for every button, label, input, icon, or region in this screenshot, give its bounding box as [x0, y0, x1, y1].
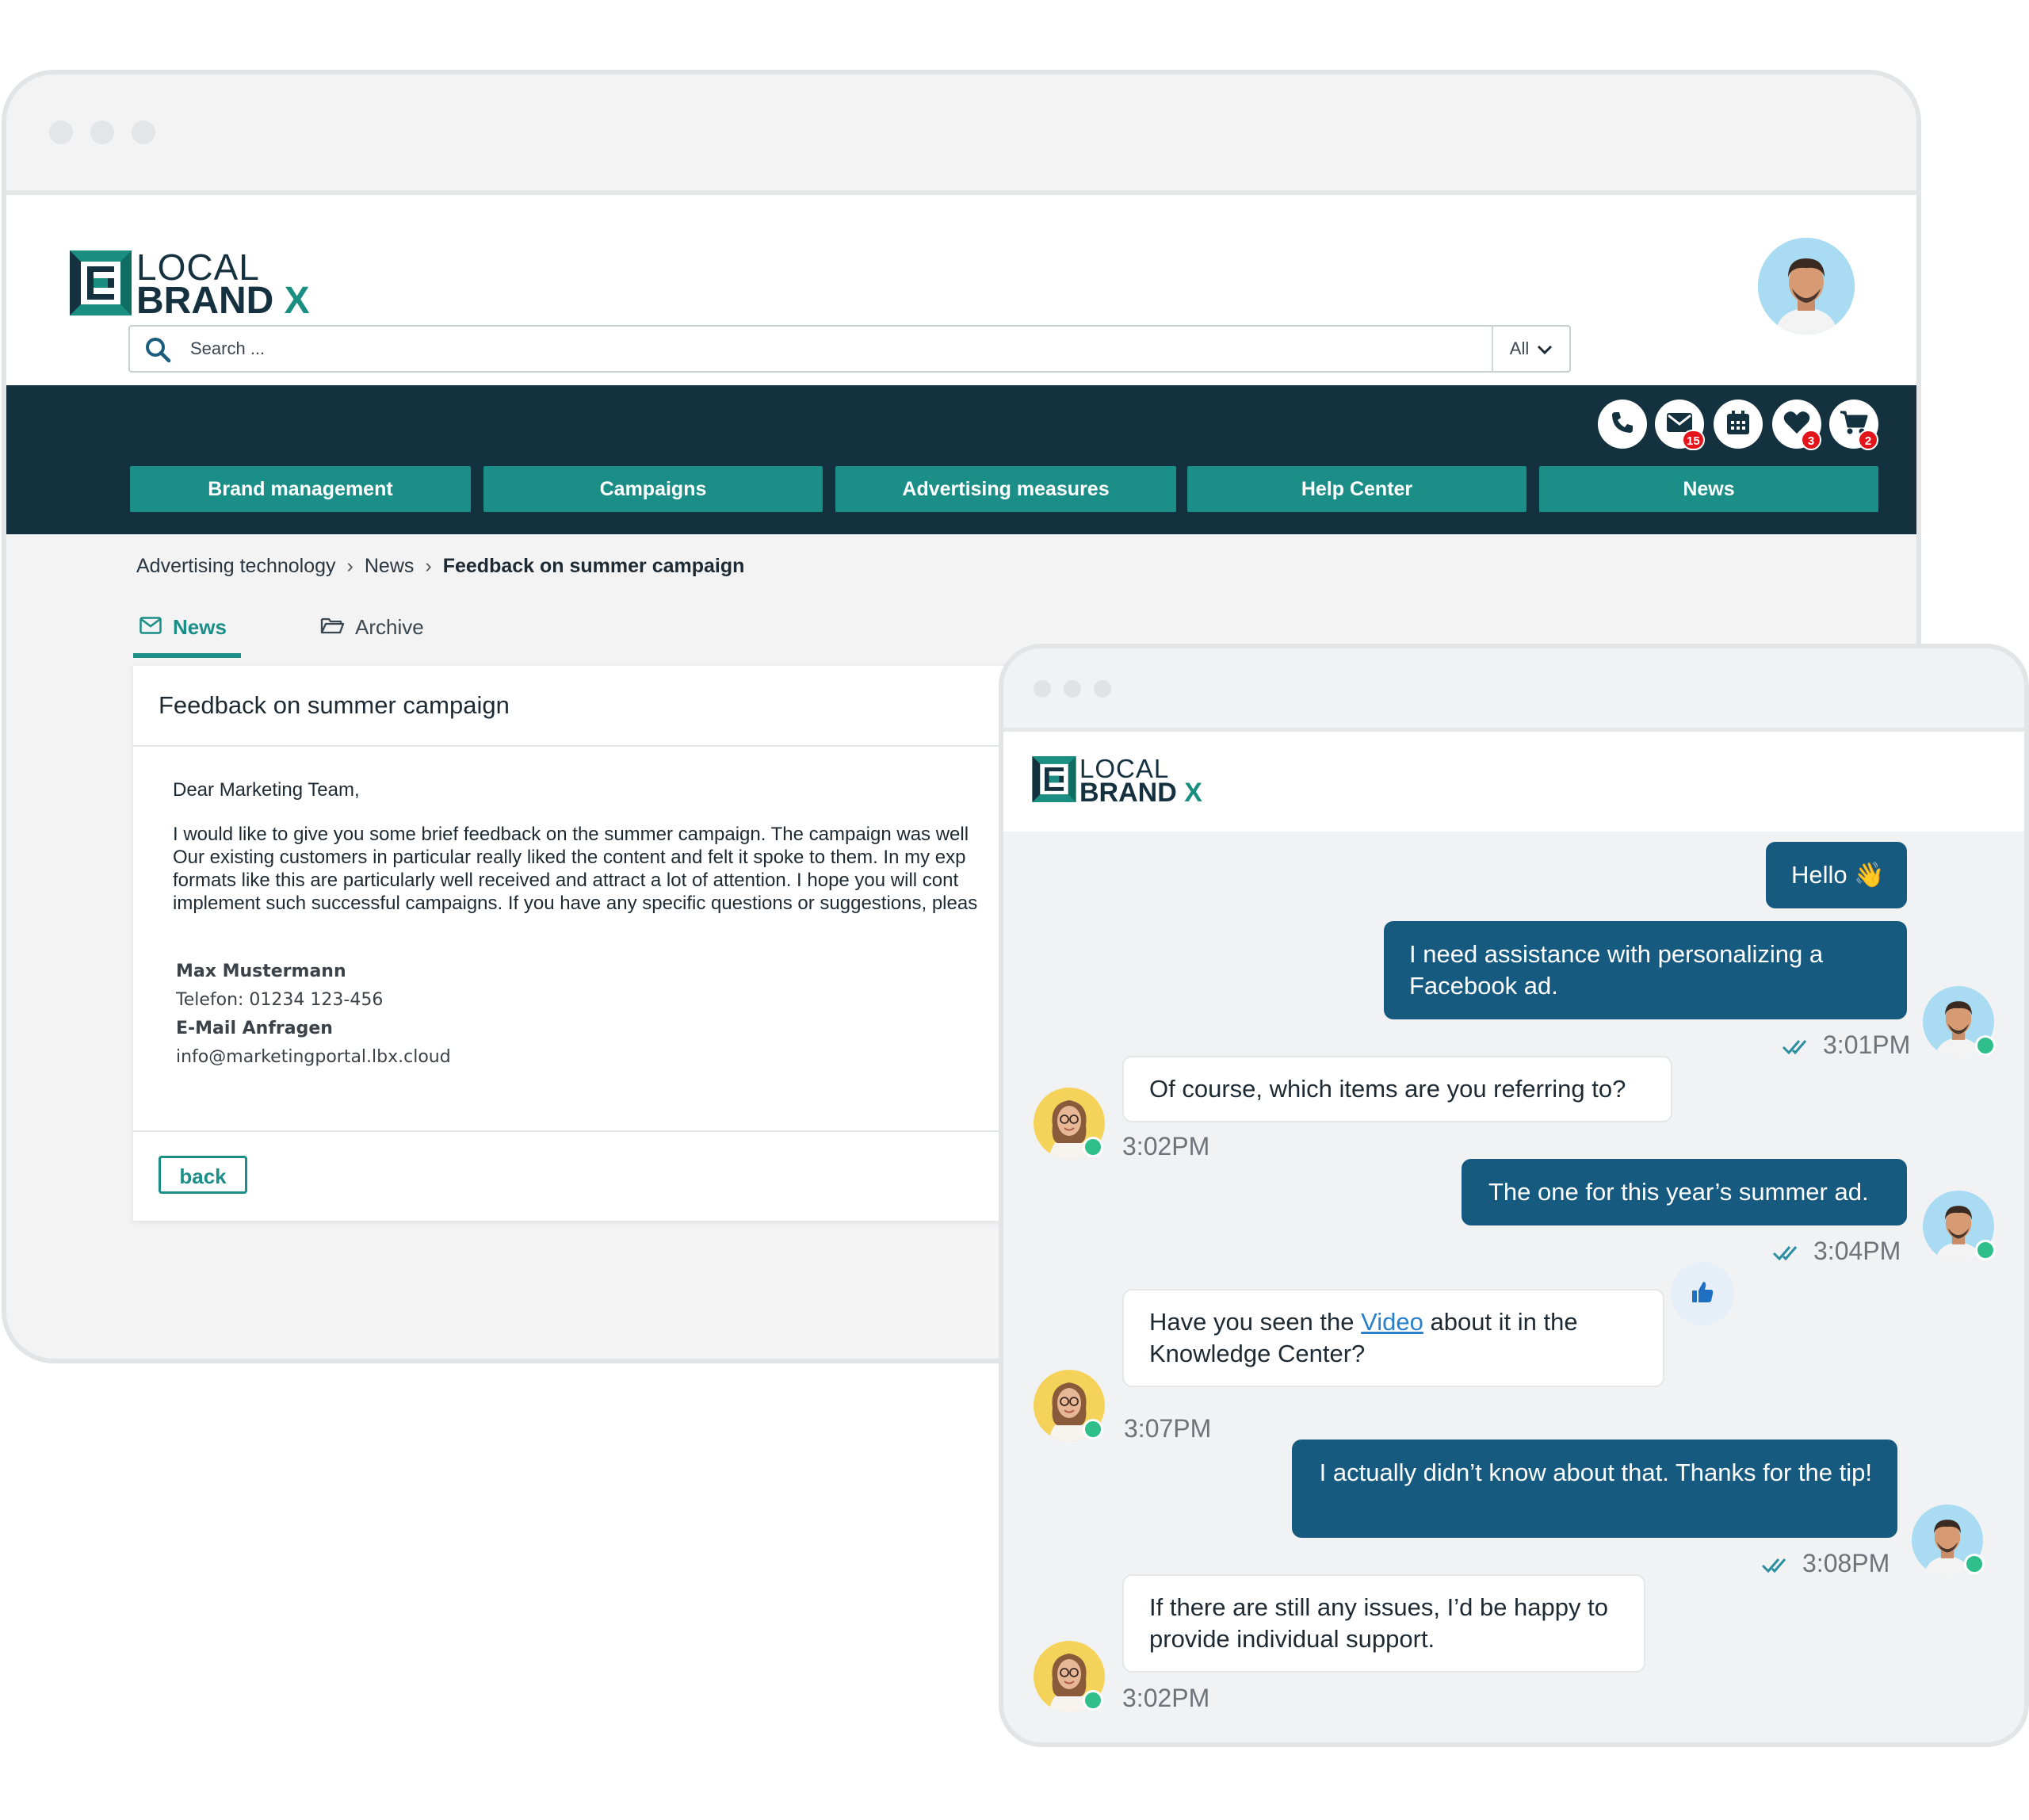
video-link[interactable]: Video — [1361, 1308, 1423, 1336]
mail-icon — [139, 615, 162, 640]
search-input[interactable]: Search ... — [190, 327, 265, 371]
window-dot — [1064, 680, 1081, 698]
window-dot — [1034, 680, 1051, 698]
search-bar[interactable]: Search ... All — [128, 325, 1571, 373]
chat-bubble-user: Hello 👋 — [1766, 842, 1907, 908]
breadcrumb-separator-icon: › — [425, 555, 432, 577]
online-indicator — [1964, 1554, 1985, 1574]
nav-news[interactable]: News — [1539, 466, 1878, 512]
message-timestamp: 3:04PM — [1772, 1237, 1901, 1268]
phone-icon — [1610, 410, 1635, 438]
logo-text-top: LOCAL — [136, 246, 260, 288]
chat-bubble-agent: If there are still any issues, I’d be ha… — [1122, 1574, 1645, 1673]
breadcrumb-current: Feedback on summer campaign — [442, 555, 745, 577]
user-avatar[interactable] — [1758, 238, 1855, 335]
message-title: Feedback on summer campaign — [159, 691, 510, 719]
timestamp-text: 3:04PM — [1813, 1237, 1901, 1265]
phone-button[interactable] — [1598, 400, 1647, 449]
breadcrumb-item[interactable]: Advertising technology — [136, 555, 336, 577]
chat-bubble-user: The one for this year’s summer ad. — [1462, 1159, 1907, 1225]
signature-name: Max Mustermann — [176, 962, 346, 981]
nav-brand-management[interactable]: Brand management — [130, 466, 471, 512]
chat-bubble-user: I actually didn’t know about that. Thank… — [1292, 1440, 1897, 1538]
tab-archive-label: Archive — [355, 615, 424, 639]
chat-brand-logo: LOCAL BRAND X — [1032, 755, 1202, 808]
nav-advertising-measures[interactable]: Advertising measures — [835, 466, 1176, 512]
chevron-down-icon — [1537, 327, 1553, 372]
tab-archive[interactable]: Archive — [320, 615, 424, 640]
chat-titlebar — [1003, 648, 2024, 732]
message-timestamp: 3:02PM — [1122, 1684, 1210, 1712]
logo-text-x: X — [1184, 777, 1202, 808]
message-timestamp: 3:01PM — [1782, 1030, 1910, 1061]
logo-text-bottom: BRAND — [1079, 777, 1177, 808]
online-indicator — [1975, 1240, 1996, 1260]
online-indicator — [1083, 1419, 1103, 1440]
logo-mark-icon — [1032, 756, 1076, 805]
window-dot — [90, 120, 114, 144]
cart-button[interactable]: 2 — [1829, 400, 1878, 450]
logo-text-bottom: BRAND — [136, 280, 274, 323]
message-timestamp: 3:02PM — [1122, 1132, 1210, 1160]
message-greeting: Dear Marketing Team, — [173, 779, 360, 801]
thumbs-up-icon — [1690, 1279, 1715, 1308]
double-check-icon — [1761, 1550, 1791, 1580]
window-dot — [1094, 680, 1111, 698]
mail-button[interactable]: 15 — [1655, 400, 1705, 450]
calendar-button[interactable] — [1714, 400, 1763, 449]
window-titlebar — [6, 75, 1916, 195]
breadcrumb-separator-icon: › — [346, 555, 353, 577]
signature-email[interactable]: info@marketingportal.lbx.cloud — [176, 1043, 451, 1072]
nav-campaigns[interactable]: Campaigns — [483, 466, 823, 512]
signature-email-label: E-Mail Anfragen — [176, 1019, 333, 1038]
signature: Max Mustermann Telefon: 01234 123-456 E-… — [176, 958, 451, 1072]
tab-news[interactable]: News — [139, 615, 227, 640]
logo-mark-icon — [70, 250, 132, 319]
double-check-icon — [1782, 1032, 1812, 1061]
window-dot — [132, 120, 155, 144]
search-scope-value: All — [1509, 338, 1530, 358]
cart-badge: 2 — [1858, 430, 1878, 450]
reaction-bubble[interactable] — [1671, 1262, 1734, 1325]
brand-logo[interactable]: LOCAL BRAND X — [70, 246, 310, 323]
chat-bubble-user: I need assistance with personalizing a F… — [1384, 921, 1907, 1019]
favorites-button[interactable]: 3 — [1772, 400, 1821, 450]
favorites-badge: 3 — [1801, 430, 1821, 450]
timestamp-text: 3:08PM — [1802, 1549, 1890, 1577]
chat-bubble-agent: Have you seen the Video about it in the … — [1122, 1289, 1664, 1387]
mail-badge: 15 — [1682, 430, 1705, 450]
online-indicator — [1083, 1690, 1103, 1711]
folder-icon — [320, 615, 345, 640]
logo-text-x: X — [284, 280, 310, 323]
timestamp-text: 3:01PM — [1823, 1030, 1911, 1059]
message-timestamp: 3:08PM — [1761, 1549, 1890, 1580]
signature-phone: Telefon: 01234 123-456 — [176, 990, 384, 1010]
online-indicator — [1975, 1035, 1996, 1056]
back-button[interactable]: back — [159, 1156, 247, 1194]
message-timestamp: 3:07PM — [1124, 1414, 1212, 1443]
message-text: Have you seen the — [1149, 1308, 1362, 1336]
breadcrumb-item[interactable]: News — [365, 555, 415, 577]
search-icon — [144, 336, 171, 366]
double-check-icon — [1772, 1238, 1802, 1268]
active-tab-indicator — [133, 653, 241, 658]
chat-bubble-agent: Of course, which items are you referring… — [1122, 1056, 1672, 1122]
window-dot — [49, 120, 73, 144]
calendar-icon — [1726, 410, 1750, 438]
online-indicator — [1083, 1137, 1103, 1157]
tab-news-label: News — [173, 615, 227, 639]
search-scope-select[interactable]: All — [1493, 327, 1569, 371]
nav-help-center[interactable]: Help Center — [1187, 466, 1527, 512]
breadcrumb: Advertising technology › News › Feedback on … — [136, 555, 744, 578]
